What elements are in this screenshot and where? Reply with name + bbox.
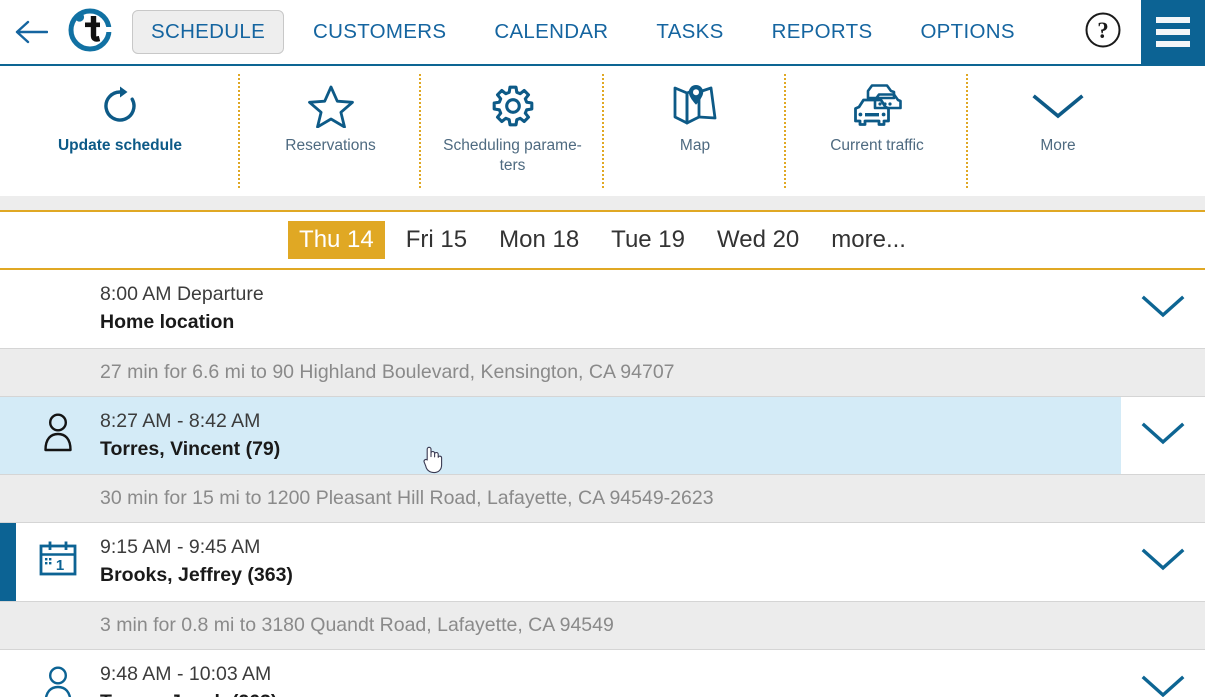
schedule-stop-row[interactable]: 1 9:15 AM - 9:45 AM Brooks, Jeffrey (363… xyxy=(0,523,1205,602)
chevron-down-icon xyxy=(1031,80,1085,132)
row-icon-cell: 1 xyxy=(16,523,100,601)
row-content: 8:27 AM - 8:42 AM Torres, Vincent (79) xyxy=(100,396,1121,475)
row-accent-bar xyxy=(0,523,16,601)
stop-time: 8:27 AM - 8:42 AM xyxy=(100,409,261,432)
toolbar-more[interactable]: More xyxy=(968,66,1148,196)
schedule-stop-row[interactable]: 8:27 AM - 8:42 AM Torres, Vincent (79) xyxy=(0,396,1205,476)
toolbar-current-traffic-label: Current traffic xyxy=(830,137,924,154)
person-icon xyxy=(41,412,75,459)
expand-row-button[interactable] xyxy=(1121,396,1205,475)
travel-leg-text: 3 min for 0.8 mi to 3180 Quandt Road, La… xyxy=(100,613,614,636)
toolbar-reservations[interactable]: Reservations xyxy=(240,66,421,196)
chevron-down-icon xyxy=(1141,420,1185,451)
stop-name: Brooks, Jeffrey (363) xyxy=(100,564,293,587)
tab-reports[interactable]: REPORTS xyxy=(753,10,892,54)
back-button[interactable] xyxy=(0,0,62,65)
refresh-icon xyxy=(99,80,141,132)
toolbar-current-traffic[interactable]: Current traffic xyxy=(786,66,968,196)
row-content: 9:48 AM - 10:03 AM Turner, Jacob (263) xyxy=(100,650,1121,697)
row-accent-bar xyxy=(0,650,16,697)
help-question-icon: ? xyxy=(1084,11,1122,54)
chevron-down-icon xyxy=(1141,546,1185,577)
schedule-stop-row[interactable]: 9:48 AM - 10:03 AM Turner, Jacob (263) xyxy=(0,649,1205,697)
row-icon-cell xyxy=(16,270,100,348)
calendar-icon: 1 xyxy=(37,539,79,584)
stop-time: 8:00 AM Departure xyxy=(100,283,264,305)
stop-name: Torres, Vincent (79) xyxy=(100,437,281,460)
date-tab-fri-15[interactable]: Fri 15 xyxy=(395,221,478,259)
travel-leg-text: 27 min for 6.6 mi to 90 Highland Bouleva… xyxy=(100,360,675,383)
schedule-stop-row[interactable]: 8:00 AM Departure Home location xyxy=(0,270,1205,349)
date-tab-mon-18[interactable]: Mon 18 xyxy=(488,221,590,259)
stop-name: Turner, Jacob (263) xyxy=(100,688,1121,697)
help-button[interactable]: ? xyxy=(1079,0,1127,65)
travel-leg-text: 30 min for 15 mi to 1200 Pleasant Hill R… xyxy=(100,487,714,510)
toolbar-scheduling-parameters-label: Scheduling parame- ters xyxy=(443,137,582,174)
tab-customers[interactable]: CUSTOMERS xyxy=(294,10,465,54)
main-nav-tabs: SCHEDULE CUSTOMERS CALENDAR TASKS REPORT… xyxy=(132,0,1079,65)
arrow-left-icon xyxy=(14,19,48,45)
svg-text:?: ? xyxy=(1097,18,1109,43)
app-logo[interactable] xyxy=(62,0,118,65)
row-icon-cell xyxy=(16,650,100,697)
gear-icon xyxy=(490,80,536,132)
travel-leg-row: 27 min for 6.6 mi to 90 Highland Bouleva… xyxy=(0,348,1205,397)
date-tab-tue-19[interactable]: Tue 19 xyxy=(600,221,696,259)
tab-schedule[interactable]: SCHEDULE xyxy=(132,10,285,54)
hamburger-menu-button[interactable] xyxy=(1141,0,1205,65)
toolbar-scheduling-parameters[interactable]: Scheduling parame- ters xyxy=(421,66,604,196)
tab-options[interactable]: OPTIONS xyxy=(901,10,1033,54)
toolbar-map-label: Map xyxy=(679,137,711,154)
stop-time: 9:48 AM - 10:03 AM xyxy=(100,662,272,685)
row-content: 8:00 AM Departure Home location xyxy=(100,270,1121,348)
schedule-list: 8:00 AM Departure Home location 27 min f… xyxy=(0,270,1205,697)
chevron-down-icon xyxy=(1141,293,1185,324)
separator-band xyxy=(0,196,1205,212)
hamburger-menu-icon-bar xyxy=(1156,17,1190,23)
travel-leg-row: 3 min for 0.8 mi to 3180 Quandt Road, La… xyxy=(0,601,1205,650)
traffic-cars-icon xyxy=(851,80,903,132)
person-icon xyxy=(41,665,75,697)
toolbar-update-schedule[interactable]: Update schedule xyxy=(0,66,240,196)
date-tab-thu-14[interactable]: Thu 14 xyxy=(288,221,385,259)
date-tab-wed-20[interactable]: Wed 20 xyxy=(706,221,810,259)
toolbar-more-label: More xyxy=(1040,137,1076,154)
hamburger-menu-icon-bar xyxy=(1156,29,1190,35)
star-icon xyxy=(307,80,354,132)
stop-time: 9:15 AM - 9:45 AM xyxy=(100,536,261,559)
row-accent-bar xyxy=(0,396,16,475)
chevron-down-icon xyxy=(1141,673,1185,697)
stop-name: Home location xyxy=(100,311,235,334)
tab-calendar[interactable]: CALENDAR xyxy=(475,10,627,54)
action-toolbar: Update schedule Reservations Scheduling … xyxy=(0,66,1205,196)
date-tab-more[interactable]: more... xyxy=(820,221,917,259)
toolbar-update-schedule-label: Update schedule xyxy=(57,137,183,154)
tab-tasks[interactable]: TASKS xyxy=(637,10,742,54)
app-logo-t-icon xyxy=(65,5,115,60)
expand-row-button[interactable] xyxy=(1121,649,1205,697)
toolbar-reservations-label: Reservations xyxy=(285,137,376,154)
expand-row-button[interactable] xyxy=(1121,270,1205,348)
row-content: 9:15 AM - 9:45 AM Brooks, Jeffrey (363) xyxy=(100,523,1121,601)
map-icon xyxy=(671,80,719,132)
hamburger-menu-icon-bar xyxy=(1156,41,1190,47)
travel-leg-row: 30 min for 15 mi to 1200 Pleasant Hill R… xyxy=(0,475,1205,524)
date-tab-bar: Thu 14 Fri 15 Mon 18 Tue 19 Wed 20 more.… xyxy=(0,212,1205,270)
row-icon-cell xyxy=(16,396,100,475)
app-header: SCHEDULE CUSTOMERS CALENDAR TASKS REPORT… xyxy=(0,0,1205,66)
toolbar-map[interactable]: Map xyxy=(604,66,786,196)
expand-row-button[interactable] xyxy=(1121,523,1205,601)
svg-text:1: 1 xyxy=(56,557,64,574)
row-accent-bar xyxy=(0,270,16,348)
